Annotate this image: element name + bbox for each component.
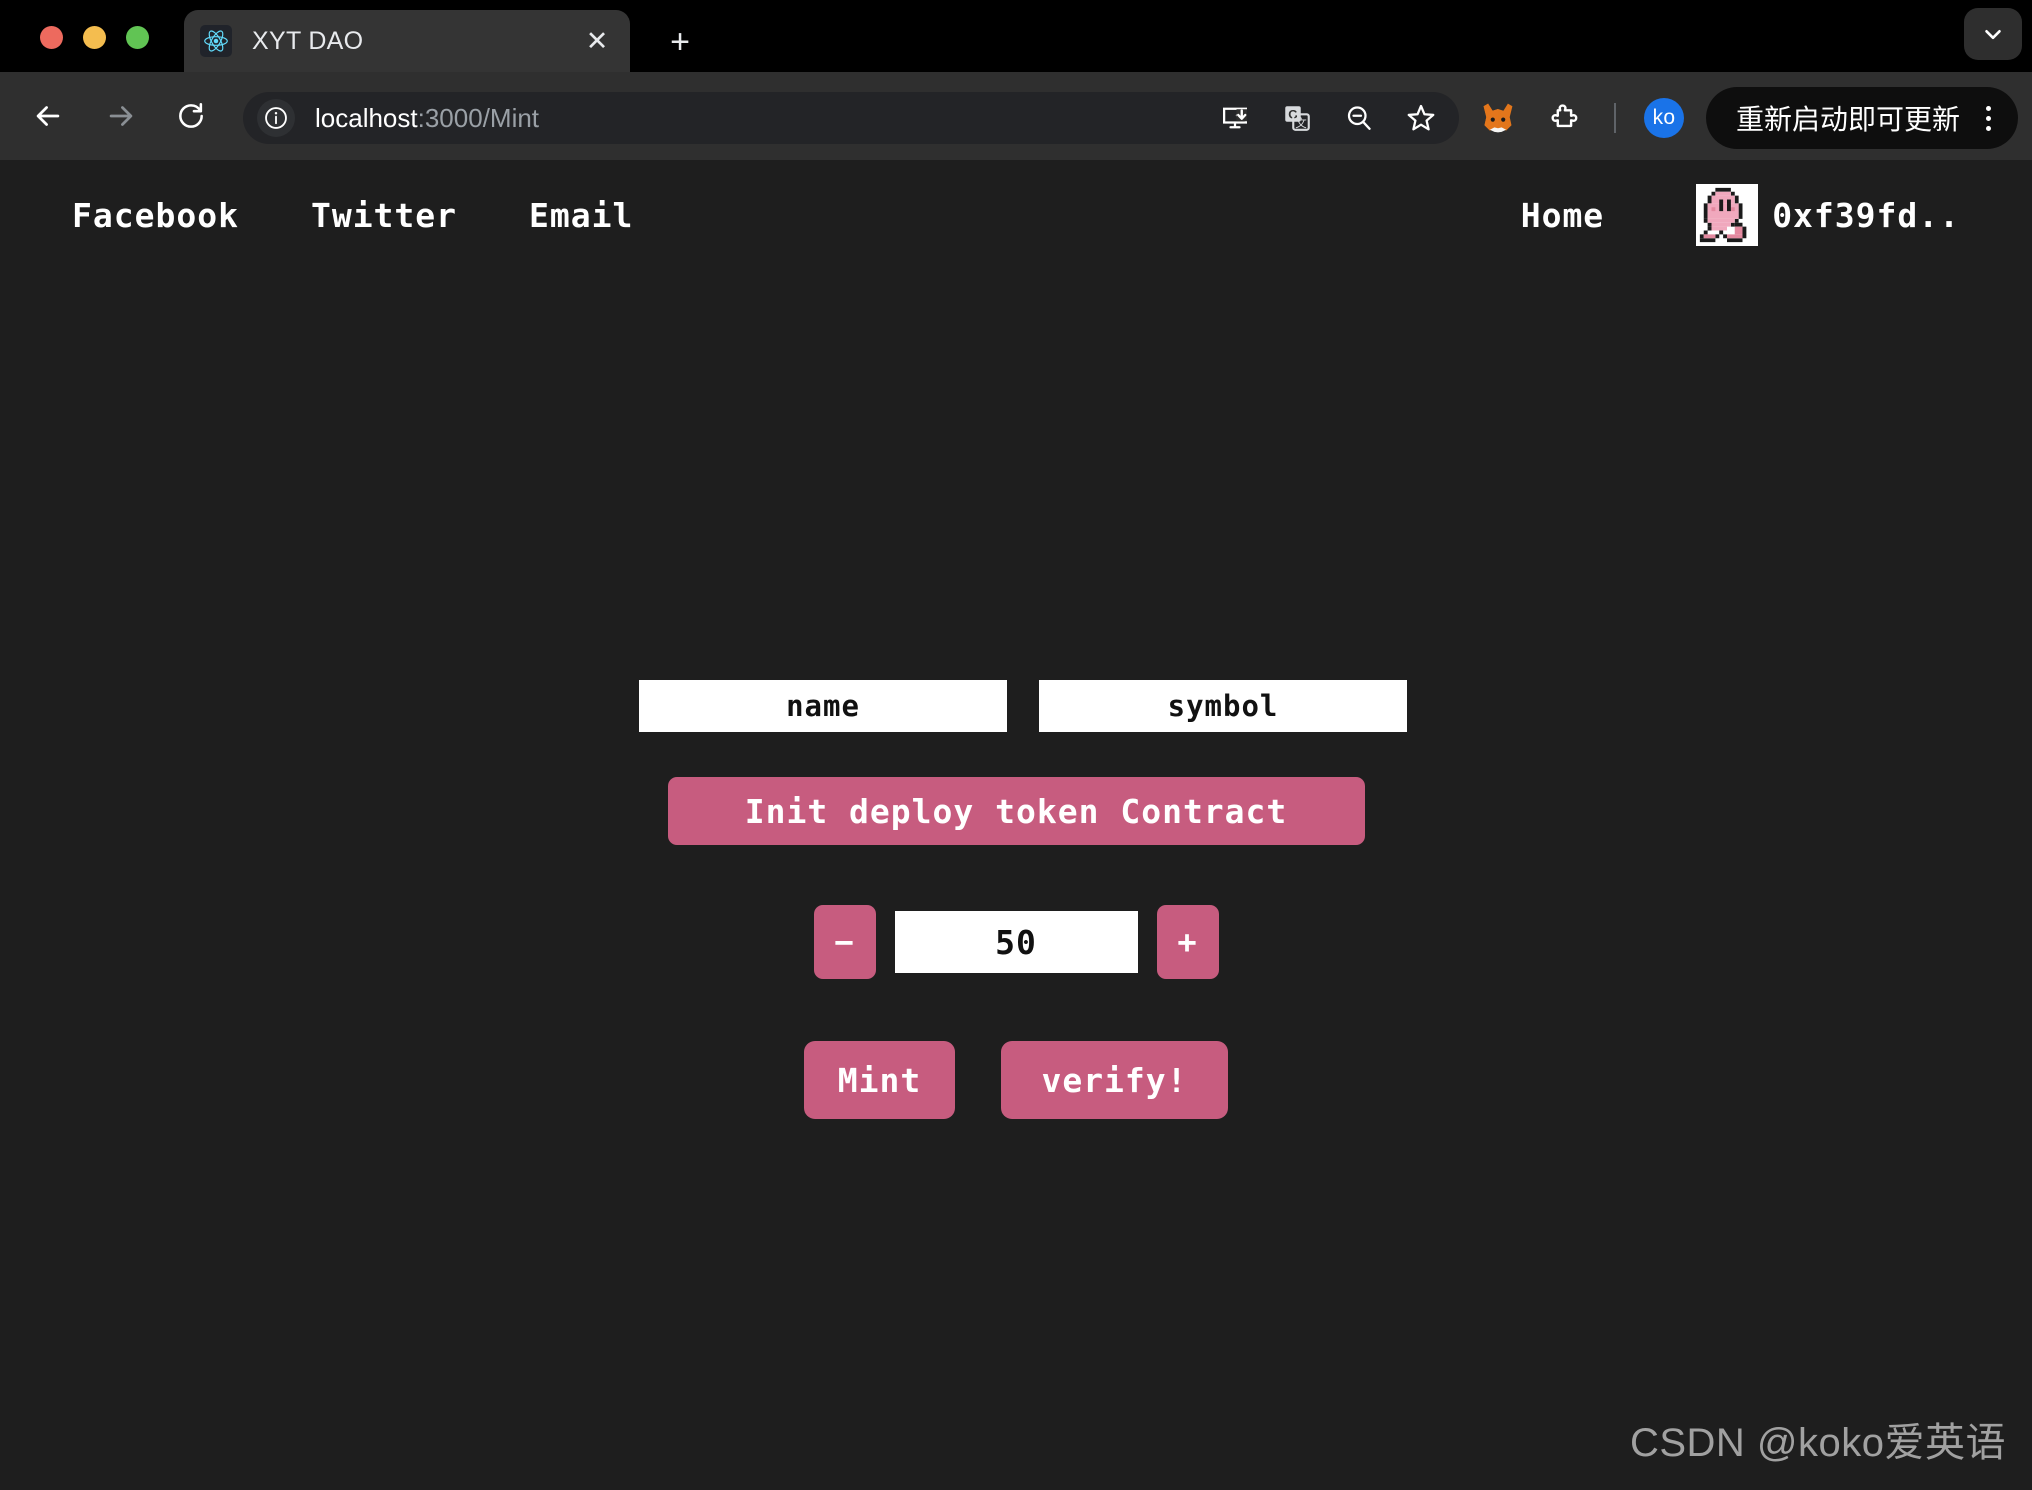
- arrow-right-icon: [104, 99, 138, 133]
- address-bar[interactable]: localhost:3000/Mint G: [243, 92, 1459, 144]
- back-button[interactable]: [22, 90, 74, 142]
- toolbar-divider: [1614, 103, 1616, 133]
- mint-form: Init deploy token Contract − + Mint veri…: [0, 680, 2032, 1119]
- nav-link-twitter[interactable]: Twitter: [311, 196, 457, 235]
- update-available-button[interactable]: 重新启动即可更新: [1706, 87, 2018, 149]
- profile-avatar[interactable]: ko: [1644, 98, 1684, 138]
- nav-right-group: Home: [1521, 184, 1960, 246]
- metamask-fox-icon[interactable]: [1478, 98, 1518, 138]
- zoom-out-icon[interactable]: [1341, 100, 1377, 136]
- mint-actions: Mint verify!: [804, 1041, 1228, 1119]
- tab-title: XYT DAO: [252, 27, 580, 56]
- social-links: Facebook Twitter Email: [72, 196, 633, 235]
- increment-button[interactable]: +: [1157, 905, 1219, 979]
- nav-link-home[interactable]: Home: [1521, 196, 1604, 235]
- extensions-puzzle-icon[interactable]: [1546, 98, 1586, 138]
- close-icon[interactable]: ✕: [580, 24, 614, 58]
- url-text: localhost:3000/Mint: [315, 103, 1217, 134]
- decrement-button[interactable]: −: [814, 905, 876, 979]
- bookmark-star-icon[interactable]: [1403, 100, 1439, 136]
- react-logo-icon: [200, 25, 232, 57]
- forward-button[interactable]: [95, 90, 147, 142]
- update-button-label: 重新启动即可更新: [1736, 98, 1960, 138]
- reload-button[interactable]: [165, 90, 217, 142]
- svg-text:文: 文: [1295, 116, 1307, 130]
- tab-search-button[interactable]: [1964, 8, 2022, 60]
- kebab-menu-icon[interactable]: [1968, 95, 2008, 141]
- chevron-down-icon: [1980, 21, 2006, 47]
- browser-tab-xyt-dao[interactable]: XYT DAO ✕: [184, 10, 630, 72]
- amount-input[interactable]: [895, 911, 1138, 973]
- tab-strip: XYT DAO ✕ +: [0, 0, 2032, 72]
- info-circle-icon[interactable]: [257, 99, 295, 137]
- extension-icons: ko: [1478, 92, 1684, 144]
- nav-link-facebook[interactable]: Facebook: [72, 196, 239, 235]
- arrow-left-icon: [31, 99, 65, 133]
- mint-button[interactable]: Mint: [804, 1041, 955, 1119]
- token-meta-row: [639, 680, 1407, 732]
- init-deploy-token-contract-button[interactable]: Init deploy token Contract: [668, 777, 1365, 845]
- token-symbol-input[interactable]: [1039, 680, 1407, 732]
- site-navbar: Facebook Twitter Email Home: [0, 160, 2032, 270]
- window-controls: [40, 26, 149, 49]
- browser-window: XYT DAO ✕ +: [0, 0, 2032, 1490]
- kirby-pixel-avatar: [1696, 184, 1758, 246]
- page-viewport: Facebook Twitter Email Home: [0, 160, 2032, 1490]
- window-close-button[interactable]: [40, 26, 63, 49]
- window-minimize-button[interactable]: [83, 26, 106, 49]
- reload-icon: [175, 100, 207, 132]
- url-path: :3000/Mint: [418, 103, 539, 133]
- wallet-address: 0xf39fd..: [1772, 196, 1960, 235]
- token-name-input[interactable]: [639, 680, 1007, 732]
- amount-stepper: − +: [814, 905, 1219, 979]
- watermark: CSDN @koko爱英语: [1630, 1410, 2006, 1468]
- nav-link-email[interactable]: Email: [529, 196, 633, 235]
- window-maximize-button[interactable]: [126, 26, 149, 49]
- browser-toolbar: localhost:3000/Mint G: [0, 72, 2032, 160]
- verify-button[interactable]: verify!: [1001, 1041, 1228, 1119]
- translate-icon[interactable]: G 文: [1279, 100, 1315, 136]
- wallet-button[interactable]: 0xf39fd..: [1696, 184, 1960, 246]
- new-tab-button[interactable]: +: [658, 20, 702, 64]
- url-host: localhost: [315, 103, 418, 133]
- omnibox-actions: G 文: [1217, 100, 1439, 136]
- install-app-icon[interactable]: [1217, 100, 1253, 136]
